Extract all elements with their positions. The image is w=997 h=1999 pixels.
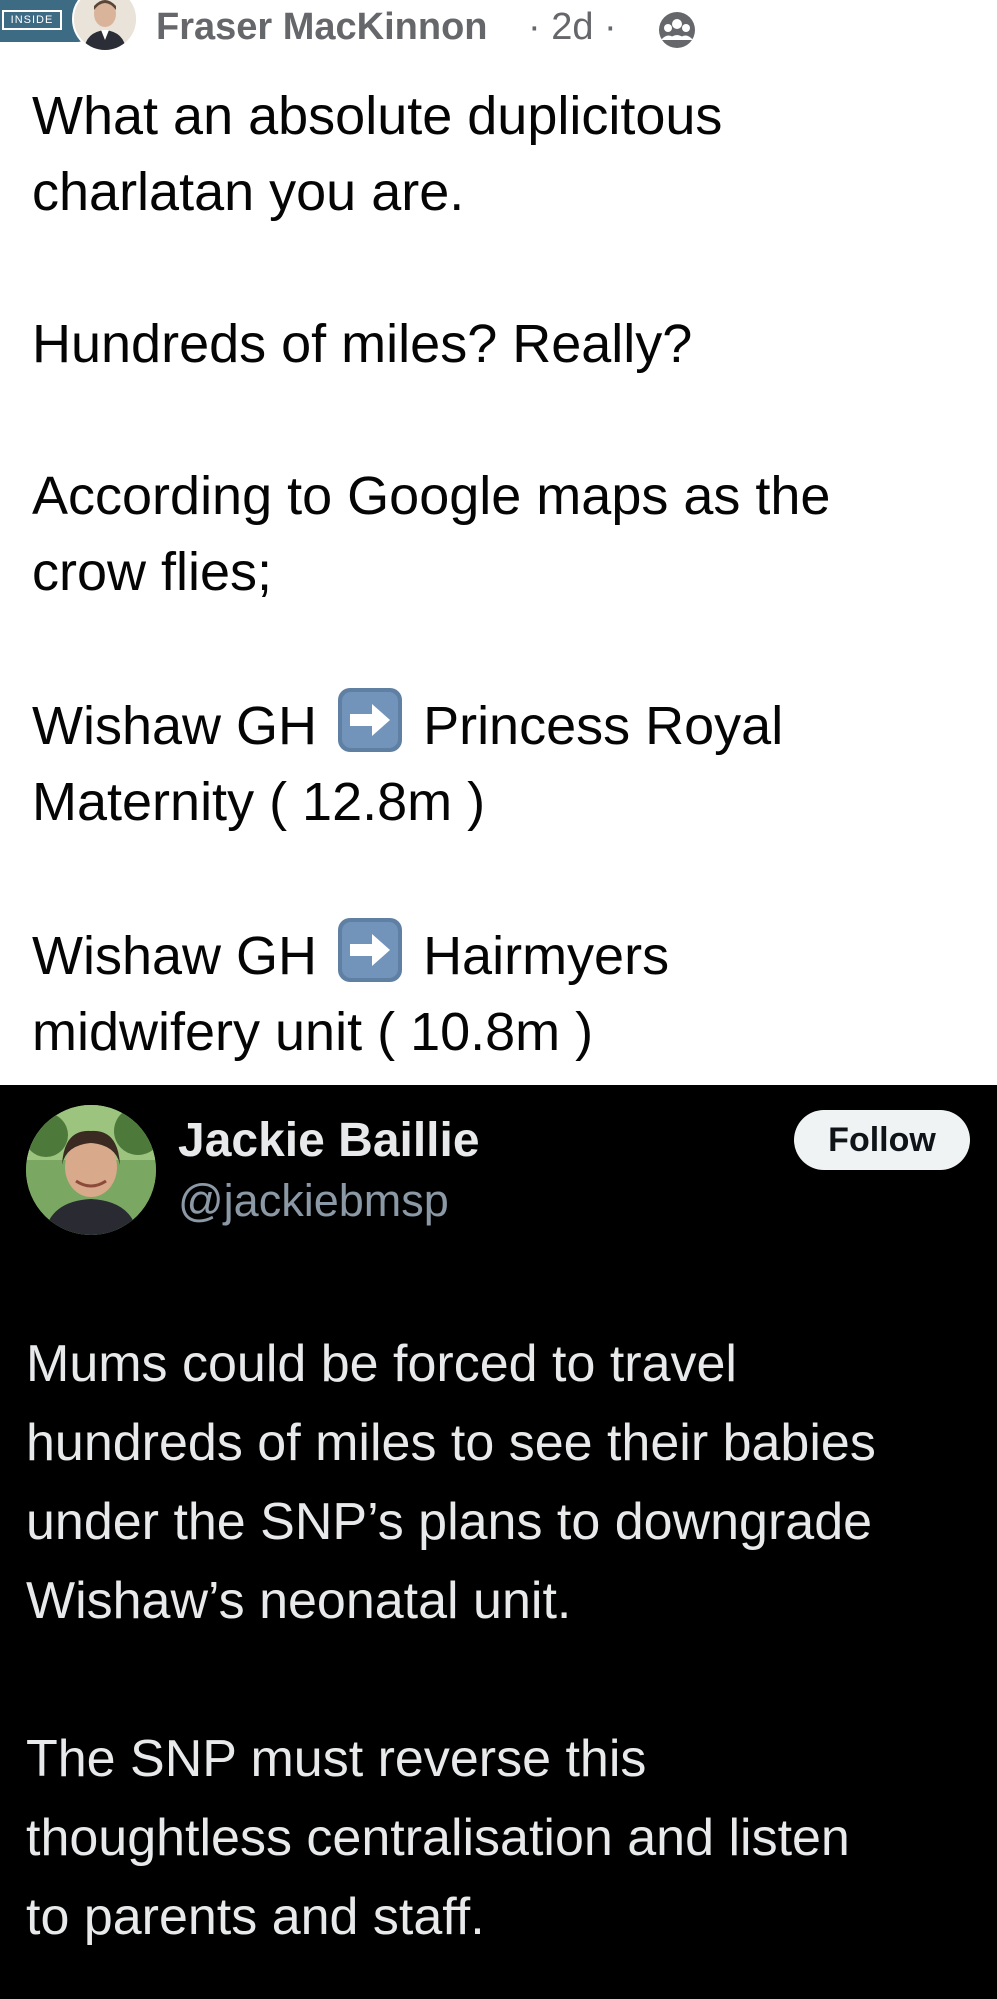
comment-line: crow flies; [32, 542, 273, 602]
comment-timestamp: · 2d · [528, 6, 617, 48]
right-arrow-emoji-icon [338, 688, 403, 752]
route-origin: Wishaw GH [32, 696, 318, 756]
thumbnail-logo: INSIDE [2, 10, 62, 30]
comment-line: Hundreds of miles? Really? [32, 314, 693, 374]
comment-line: What an absolute duplicitous [32, 86, 723, 146]
tweet-paragraph: The SNP must reverse this thoughtless ce… [26, 1720, 976, 1957]
comment-author-name[interactable]: Fraser MacKinnon [156, 6, 488, 49]
tweet-paragraph: Mums could be forced to travel hundreds … [26, 1325, 976, 1641]
tweet-line: hundreds of miles to see their babies [26, 1414, 876, 1472]
tweet-line: Wishaw’s neonatal unit. [26, 1572, 572, 1630]
route-paragraph: Wishaw GH Hairmyers midwifery unit ( 10.… [32, 916, 972, 1070]
tweet-line: thoughtless centralisation and listen [26, 1809, 850, 1867]
right-arrow-emoji-icon [338, 918, 403, 982]
route-destination-distance: midwifery unit ( 10.8m ) [32, 1002, 594, 1062]
tweet-line: under the SNP’s plans to downgrade [26, 1493, 873, 1551]
comment-paragraph: Hundreds of miles? Really? [32, 306, 972, 382]
facebook-comment: INSIDE Fraser MacKinnon · 2d · What an a… [0, 0, 997, 1085]
avatar[interactable] [26, 1105, 156, 1235]
comment-body: What an absolute duplicitous charlatan y… [32, 78, 972, 1070]
route-origin: Wishaw GH [32, 926, 318, 986]
tweet-line: The SNP must reverse this [26, 1730, 647, 1788]
profile-photo-icon [26, 1105, 156, 1235]
friends-group-icon [659, 12, 695, 48]
tweet-author-name[interactable]: Jackie Baillie [178, 1113, 480, 1168]
comment-line: charlatan you are. [32, 162, 465, 222]
comment-paragraph: According to Google maps as the crow fli… [32, 458, 972, 610]
route-destination: Hairmyers [423, 926, 670, 986]
tweet-card: Jackie Baillie @jackiebmsp Follow Mums c… [0, 1085, 997, 1999]
comment-line: According to Google maps as the [32, 466, 831, 526]
comment-paragraph: What an absolute duplicitous charlatan y… [32, 78, 972, 230]
comment-header: INSIDE Fraser MacKinnon · 2d · [0, 0, 997, 62]
route-paragraph: Wishaw GH Princess Royal Maternity ( 12.… [32, 686, 972, 840]
tweet-text: Mums could be forced to travel hundreds … [26, 1325, 976, 1957]
tweet-author-handle[interactable]: @jackiebmsp [178, 1175, 449, 1227]
follow-button[interactable]: Follow [794, 1110, 970, 1170]
avatar-portrait-icon [74, 0, 136, 50]
tweet-line: Mums could be forced to travel [26, 1335, 737, 1393]
tweet-line: to parents and staff. [26, 1888, 485, 1946]
route-destination-distance: Maternity ( 12.8m ) [32, 772, 486, 832]
route-destination: Princess Royal [423, 696, 784, 756]
avatar[interactable] [72, 0, 138, 52]
